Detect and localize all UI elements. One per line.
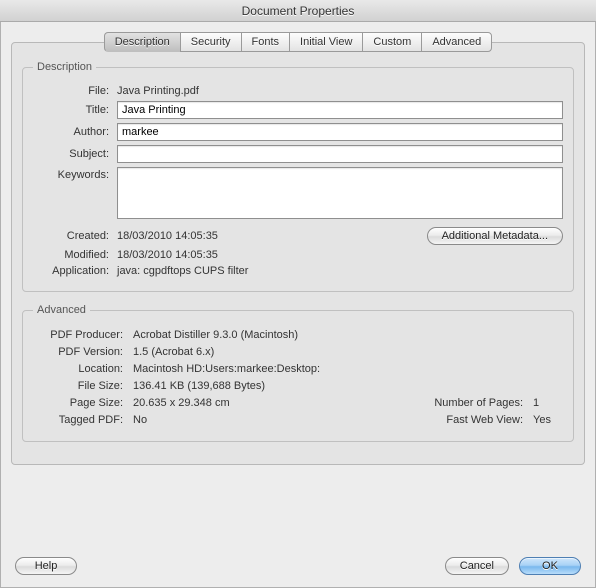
tab-bar: Description Security Fonts Initial View … [11, 32, 585, 52]
file-label: File: [33, 85, 117, 97]
created-value: 18/03/2010 14:05:35 [117, 230, 427, 242]
tab-description[interactable]: Description [104, 32, 181, 52]
title-label: Title: [33, 104, 117, 116]
advanced-legend: Advanced [33, 304, 90, 316]
modified-value: 18/03/2010 14:05:35 [117, 249, 563, 261]
tab-fonts[interactable]: Fonts [241, 32, 291, 52]
ok-button[interactable]: OK [519, 557, 581, 575]
additional-metadata-button[interactable]: Additional Metadata... [427, 227, 563, 245]
page-size-label: Page Size: [33, 397, 133, 409]
file-size-label: File Size: [33, 380, 133, 392]
file-value: Java Printing.pdf [117, 85, 563, 97]
description-group: Description File: Java Printing.pdf Titl… [22, 61, 574, 292]
created-label: Created: [33, 230, 117, 242]
num-pages-value: 1 [533, 397, 563, 409]
tab-security[interactable]: Security [180, 32, 242, 52]
modified-label: Modified: [33, 249, 117, 261]
fast-web-view-value: Yes [533, 414, 563, 426]
dialog-body: Description Security Fonts Initial View … [0, 22, 596, 588]
subject-input[interactable] [117, 145, 563, 163]
description-legend: Description [33, 61, 96, 73]
tagged-pdf-label: Tagged PDF: [33, 414, 133, 426]
page-size-value: 20.635 x 29.348 cm [133, 397, 403, 409]
window-title: Document Properties [0, 0, 596, 22]
file-size-value: 136.41 KB (139,688 Bytes) [133, 380, 563, 392]
title-input[interactable] [117, 101, 563, 119]
location-value: Macintosh HD:Users:markee:Desktop: [133, 363, 563, 375]
keywords-label: Keywords: [33, 167, 117, 181]
tab-custom[interactable]: Custom [362, 32, 422, 52]
keywords-input[interactable] [117, 167, 563, 219]
num-pages-label: Number of Pages: [403, 397, 533, 409]
location-label: Location: [33, 363, 133, 375]
tagged-pdf-value: No [133, 414, 403, 426]
help-button[interactable]: Help [15, 557, 77, 575]
cancel-button[interactable]: Cancel [445, 557, 509, 575]
fast-web-view-label: Fast Web View: [403, 414, 533, 426]
advanced-group: Advanced PDF Producer: Acrobat Distiller… [22, 304, 574, 442]
bottom-bar: Help Cancel OK [15, 557, 581, 575]
pdf-version-label: PDF Version: [33, 346, 133, 358]
pdf-producer-value: Acrobat Distiller 9.3.0 (Macintosh) [133, 329, 563, 341]
tab-panel: Description File: Java Printing.pdf Titl… [11, 42, 585, 465]
author-input[interactable] [117, 123, 563, 141]
tab-initial-view[interactable]: Initial View [289, 32, 363, 52]
tab-advanced[interactable]: Advanced [421, 32, 492, 52]
application-value: java: cgpdftops CUPS filter [117, 265, 563, 277]
author-label: Author: [33, 126, 117, 138]
pdf-version-value: 1.5 (Acrobat 6.x) [133, 346, 563, 358]
subject-label: Subject: [33, 148, 117, 160]
application-label: Application: [33, 265, 117, 277]
pdf-producer-label: PDF Producer: [33, 329, 133, 341]
